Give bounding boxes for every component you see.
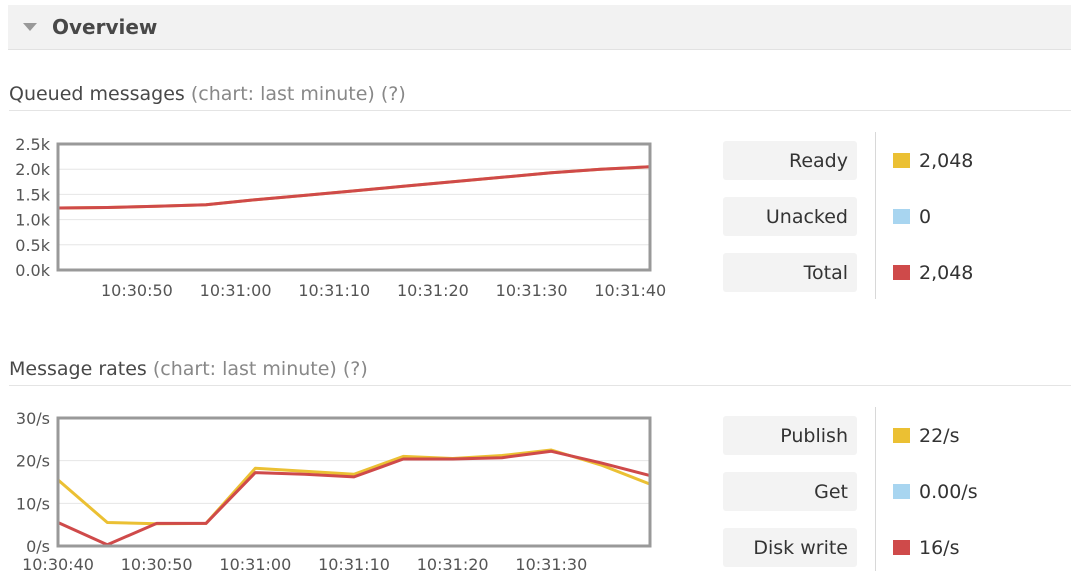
publish-value: 22/s xyxy=(919,424,960,447)
ready-swatch xyxy=(893,153,910,168)
y-tick-label: 1.0k xyxy=(15,211,50,230)
publish-swatch xyxy=(893,428,910,443)
y-tick-label: 20/s xyxy=(16,452,50,471)
y-tick-label: 0/s xyxy=(26,537,50,556)
x-tick-label: 10:31:20 xyxy=(417,555,489,571)
queued-messages-title: Queued messages (chart: last minute) (?) xyxy=(9,83,406,105)
y-tick-label: 30/s xyxy=(16,409,50,428)
x-tick-label: 10:31:20 xyxy=(397,281,469,300)
legend-value-ready: 2,048 xyxy=(893,141,973,180)
disk-write-swatch xyxy=(893,540,910,555)
queued-messages-label: Queued messages xyxy=(9,83,185,105)
unacked-swatch xyxy=(893,209,910,224)
legend-label-total: Total xyxy=(723,253,857,292)
x-tick-label: 10:30:50 xyxy=(101,281,173,300)
message-rates-title: Message rates (chart: last minute) (?) xyxy=(9,358,368,380)
queued-messages-chart: 2.5k 2.0k 1.5k 1.0k 0.5k 0.0k 10:30:50 10:31:00… xyxy=(15,135,666,300)
legend-value-unacked: 0 xyxy=(893,197,931,236)
ready-value: 2,048 xyxy=(919,149,974,172)
x-tick-label: 10:31:00 xyxy=(219,555,291,571)
legend-value-total: 2,048 xyxy=(893,253,973,292)
x-tick-label: 10:30:40 xyxy=(22,555,94,571)
total-value: 2,048 xyxy=(919,261,974,284)
section-divider xyxy=(9,385,1071,386)
message-rates-chart: 30/s 20/s 10/s 0/s10:30:40 10:30:50 10:31:00 1… xyxy=(16,409,652,571)
legend-label-ready: Ready xyxy=(723,141,857,180)
y-tick-label: 0.0k xyxy=(15,261,50,280)
legend-separator xyxy=(875,407,876,571)
unacked-value: 0 xyxy=(919,205,932,228)
get-value: 0.00/s xyxy=(919,480,978,503)
x-tick-label: 10:30:50 xyxy=(121,555,193,571)
x-tick-label: 10:31:40 xyxy=(594,281,666,300)
legend-separator xyxy=(875,132,876,299)
x-tick-label: 10:31:00 xyxy=(200,281,272,300)
x-tick-label: 10:31:10 xyxy=(318,555,390,571)
section-divider xyxy=(9,110,1071,111)
y-tick-label: 1.5k xyxy=(15,185,50,204)
get-swatch xyxy=(893,484,910,499)
legend-value-disk-write: 16/s xyxy=(893,528,959,567)
x-tick-label: 10:31:30 xyxy=(515,555,587,571)
y-tick-label: 10/s xyxy=(16,494,50,513)
legend-label-disk-write: Disk write xyxy=(723,528,857,567)
legend-value-publish: 22/s xyxy=(893,416,959,455)
disk-write-value: 16/s xyxy=(919,536,960,559)
triangle-down-icon[interactable] xyxy=(23,23,37,31)
queued-messages-hint[interactable]: (chart: last minute) (?) xyxy=(191,83,406,105)
x-tick-label: 10:31:30 xyxy=(496,281,568,300)
x-tick-label: 10:31:10 xyxy=(298,281,370,300)
message-rates-hint[interactable]: (chart: last minute) (?) xyxy=(153,358,368,380)
legend-label-publish: Publish xyxy=(723,416,857,455)
legend-value-get: 0.00/s xyxy=(893,472,978,511)
y-tick-label: 0.5k xyxy=(15,236,50,255)
legend-label-unacked: Unacked xyxy=(723,197,857,236)
message-rates-label: Message rates xyxy=(9,358,147,380)
y-tick-label: 2.0k xyxy=(15,160,50,179)
page-title: Overview xyxy=(52,15,158,39)
total-swatch xyxy=(893,265,910,280)
legend-label-get: Get xyxy=(723,472,857,511)
overview-header[interactable]: Overview xyxy=(8,5,1071,50)
y-tick-label: 2.5k xyxy=(15,135,50,154)
